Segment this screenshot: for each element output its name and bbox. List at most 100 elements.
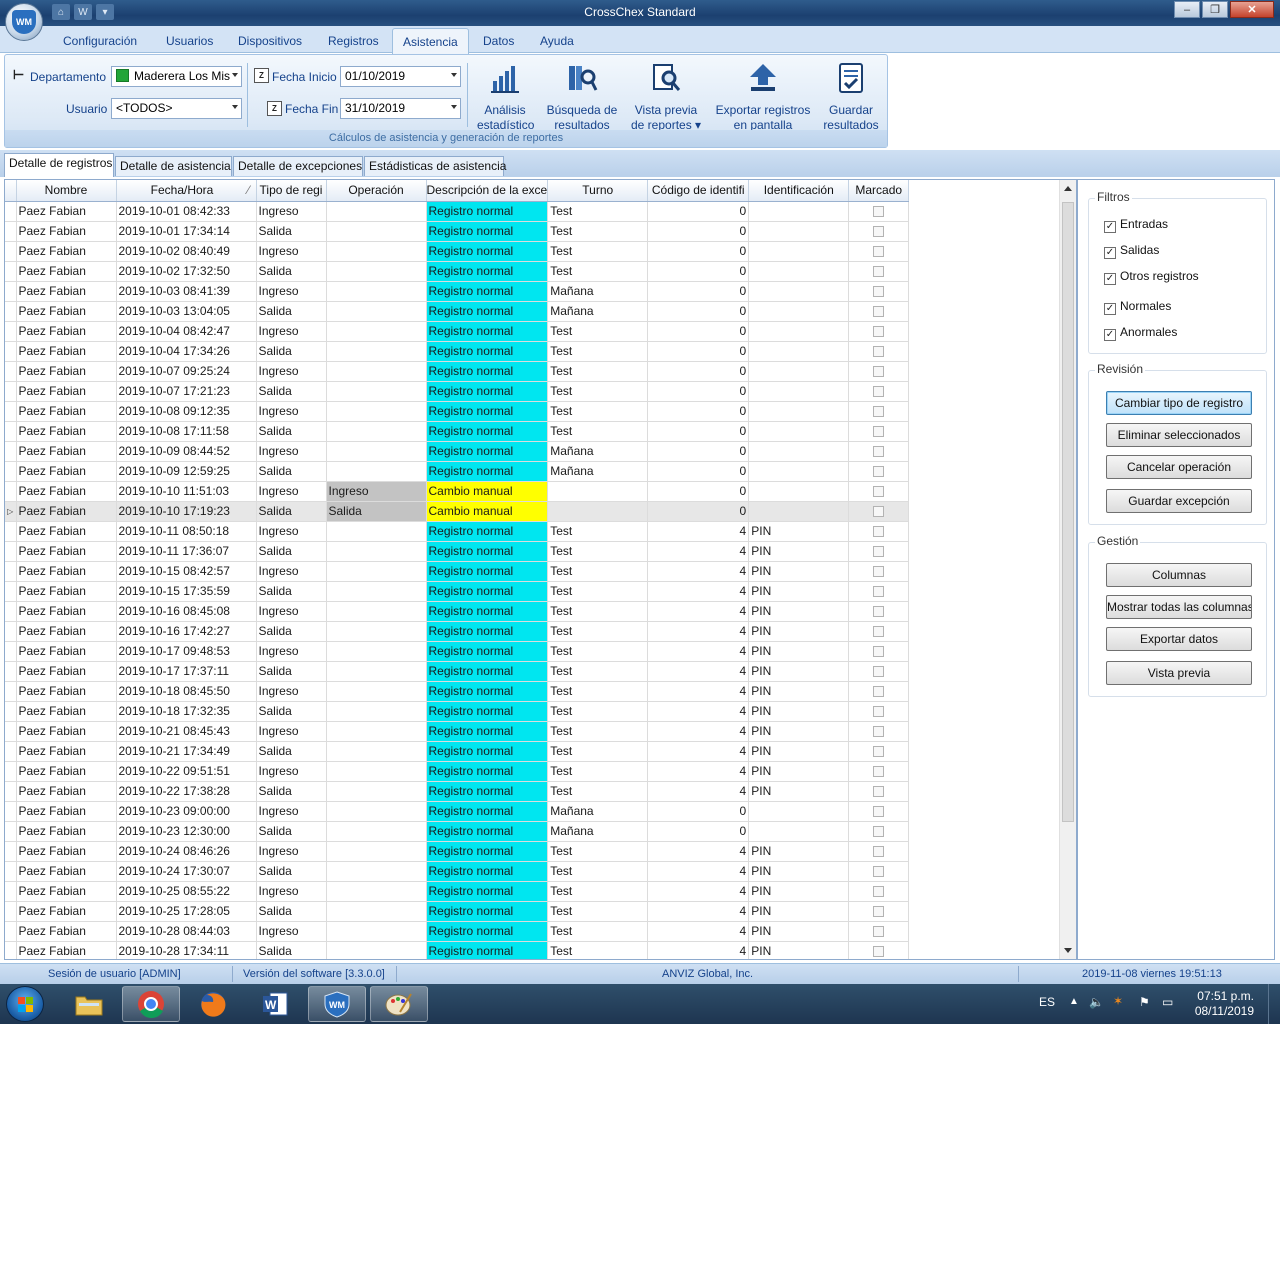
cell-fecha-hora[interactable]: 2019-10-04 17:34:26 <box>116 341 257 362</box>
cell-identificacion[interactable] <box>748 301 850 322</box>
cell-marcado[interactable] <box>848 741 910 762</box>
marcado-checkbox[interactable] <box>873 206 885 218</box>
marcado-checkbox[interactable] <box>873 546 885 558</box>
filter-salidas-checkbox[interactable]: ✓ Salidas <box>1104 243 1159 259</box>
cell-descripcion[interactable]: Registro normal <box>426 221 549 242</box>
cell-identificacion[interactable]: PIN <box>748 661 850 682</box>
cell-codigo[interactable]: 0 <box>647 421 750 442</box>
marcado-checkbox[interactable] <box>873 866 885 878</box>
cell-identificacion[interactable]: PIN <box>748 921 850 942</box>
cell-fecha-hora[interactable]: 2019-10-04 08:42:47 <box>116 321 257 342</box>
cell-turno[interactable]: Test <box>547 681 649 702</box>
row-indicator[interactable] <box>5 881 17 902</box>
marcado-checkbox[interactable] <box>873 786 885 798</box>
cell-turno[interactable]: Test <box>547 561 649 582</box>
table-row[interactable]: Paez Fabian 2019-10-02 08:40:49 Ingreso Reg… <box>5 241 910 262</box>
cell-identificacion[interactable] <box>748 481 850 502</box>
cell-tipo-registro[interactable]: Salida <box>256 341 327 362</box>
cell-nombre[interactable]: Paez Fabian <box>16 461 117 482</box>
cell-identificacion[interactable]: PIN <box>748 781 850 802</box>
cell-turno[interactable]: Test <box>547 781 649 802</box>
cell-identificacion[interactable]: PIN <box>748 681 850 702</box>
cell-marcado[interactable] <box>848 201 910 222</box>
filter-otros-checkbox[interactable]: ✓ Otros registros <box>1104 269 1199 285</box>
row-indicator[interactable] <box>5 721 17 742</box>
cell-tipo-registro[interactable]: Salida <box>256 901 327 922</box>
table-row[interactable]: Paez Fabian 2019-10-23 12:30:00 Salida Regi… <box>5 821 910 842</box>
cell-tipo-registro[interactable]: Salida <box>256 781 327 802</box>
marcado-checkbox[interactable] <box>873 886 885 898</box>
cell-tipo-registro[interactable]: Salida <box>256 461 327 482</box>
cell-marcado[interactable] <box>848 581 910 602</box>
cell-tipo-registro[interactable]: Ingreso <box>256 921 327 942</box>
cell-marcado[interactable] <box>848 801 910 822</box>
marcado-checkbox[interactable] <box>873 286 885 298</box>
cell-descripcion[interactable]: Registro normal <box>426 821 549 842</box>
cell-identificacion[interactable] <box>748 501 850 522</box>
marcado-checkbox[interactable] <box>873 266 885 278</box>
marcado-checkbox[interactable] <box>873 906 885 918</box>
cell-turno[interactable]: Test <box>547 761 649 782</box>
cell-tipo-registro[interactable]: Ingreso <box>256 401 327 422</box>
cell-marcado[interactable] <box>848 761 910 782</box>
cell-turno[interactable]: Mañana <box>547 461 649 482</box>
cell-descripcion[interactable]: Registro normal <box>426 581 549 602</box>
cell-codigo[interactable]: 4 <box>647 621 750 642</box>
cell-descripcion[interactable]: Registro normal <box>426 381 549 402</box>
cell-descripcion[interactable]: Registro normal <box>426 241 549 262</box>
cell-fecha-hora[interactable]: 2019-10-07 09:25:24 <box>116 361 257 382</box>
cell-descripcion[interactable]: Registro normal <box>426 201 549 222</box>
row-indicator[interactable] <box>5 561 17 582</box>
cell-codigo[interactable]: 4 <box>647 681 750 702</box>
marcado-checkbox[interactable] <box>873 526 885 538</box>
cell-fecha-hora[interactable]: 2019-10-02 08:40:49 <box>116 241 257 262</box>
table-row[interactable]: Paez Fabian 2019-10-04 08:42:47 Ingreso Reg… <box>5 321 910 342</box>
cell-codigo[interactable]: 4 <box>647 721 750 742</box>
cell-marcado[interactable] <box>848 221 910 242</box>
cell-operacion[interactable] <box>326 401 427 422</box>
marcado-checkbox[interactable] <box>873 606 885 618</box>
show-hidden-icons[interactable]: ▲ <box>1069 996 1079 1007</box>
row-indicator[interactable] <box>5 321 17 342</box>
cell-identificacion[interactable] <box>748 361 850 382</box>
cell-identificacion[interactable]: PIN <box>748 721 850 742</box>
cell-identificacion[interactable] <box>748 421 850 442</box>
minimize-button[interactable]: – <box>1174 1 1200 18</box>
row-indicator[interactable] <box>5 761 17 782</box>
cell-fecha-hora[interactable]: 2019-10-22 09:51:51 <box>116 761 257 782</box>
table-row[interactable]: Paez Fabian 2019-10-02 17:32:50 Salida Regi… <box>5 261 910 282</box>
cell-fecha-hora[interactable]: 2019-10-03 13:04:05 <box>116 301 257 322</box>
marcado-checkbox[interactable] <box>873 926 885 938</box>
row-indicator[interactable] <box>5 241 17 262</box>
cell-identificacion[interactable]: PIN <box>748 641 850 662</box>
cell-nombre[interactable]: Paez Fabian <box>16 641 117 662</box>
cell-marcado[interactable] <box>848 341 910 362</box>
cell-identificacion[interactable]: PIN <box>748 581 850 602</box>
cell-marcado[interactable] <box>848 941 910 959</box>
language-indicator[interactable]: ES <box>1039 995 1055 1009</box>
cell-fecha-hora[interactable]: 2019-10-09 08:44:52 <box>116 441 257 462</box>
marcado-checkbox[interactable] <box>873 826 885 838</box>
network-icon[interactable]: ▭ <box>1162 995 1173 1009</box>
cell-turno[interactable]: Mañana <box>547 441 649 462</box>
taskbar-crosschex[interactable]: WM <box>308 986 366 1022</box>
cell-descripcion[interactable]: Registro normal <box>426 761 549 782</box>
cell-codigo[interactable]: 0 <box>647 241 750 262</box>
cell-fecha-hora[interactable]: 2019-10-10 17:19:23 <box>116 501 257 522</box>
cell-codigo[interactable]: 4 <box>647 641 750 662</box>
cell-turno[interactable]: Mañana <box>547 301 649 322</box>
col-header-nombre[interactable]: Nombre <box>16 180 117 202</box>
cell-descripcion[interactable]: Registro normal <box>426 321 549 342</box>
row-indicator[interactable] <box>5 201 17 222</box>
cell-nombre[interactable]: Paez Fabian <box>16 441 117 462</box>
cell-marcado[interactable] <box>848 781 910 802</box>
cell-codigo[interactable]: 4 <box>647 561 750 582</box>
cell-nombre[interactable]: Paez Fabian <box>16 761 117 782</box>
cell-fecha-hora[interactable]: 2019-10-11 17:36:07 <box>116 541 257 562</box>
cell-fecha-hora[interactable]: 2019-10-15 17:35:59 <box>116 581 257 602</box>
avast-icon[interactable]: ✶ <box>1113 994 1123 1008</box>
table-row[interactable]: Paez Fabian 2019-10-10 11:51:03 Ingreso Ing… <box>5 481 910 502</box>
cell-descripcion[interactable]: Registro normal <box>426 661 549 682</box>
cell-fecha-hora[interactable]: 2019-10-10 11:51:03 <box>116 481 257 502</box>
cell-marcado[interactable] <box>848 501 910 522</box>
